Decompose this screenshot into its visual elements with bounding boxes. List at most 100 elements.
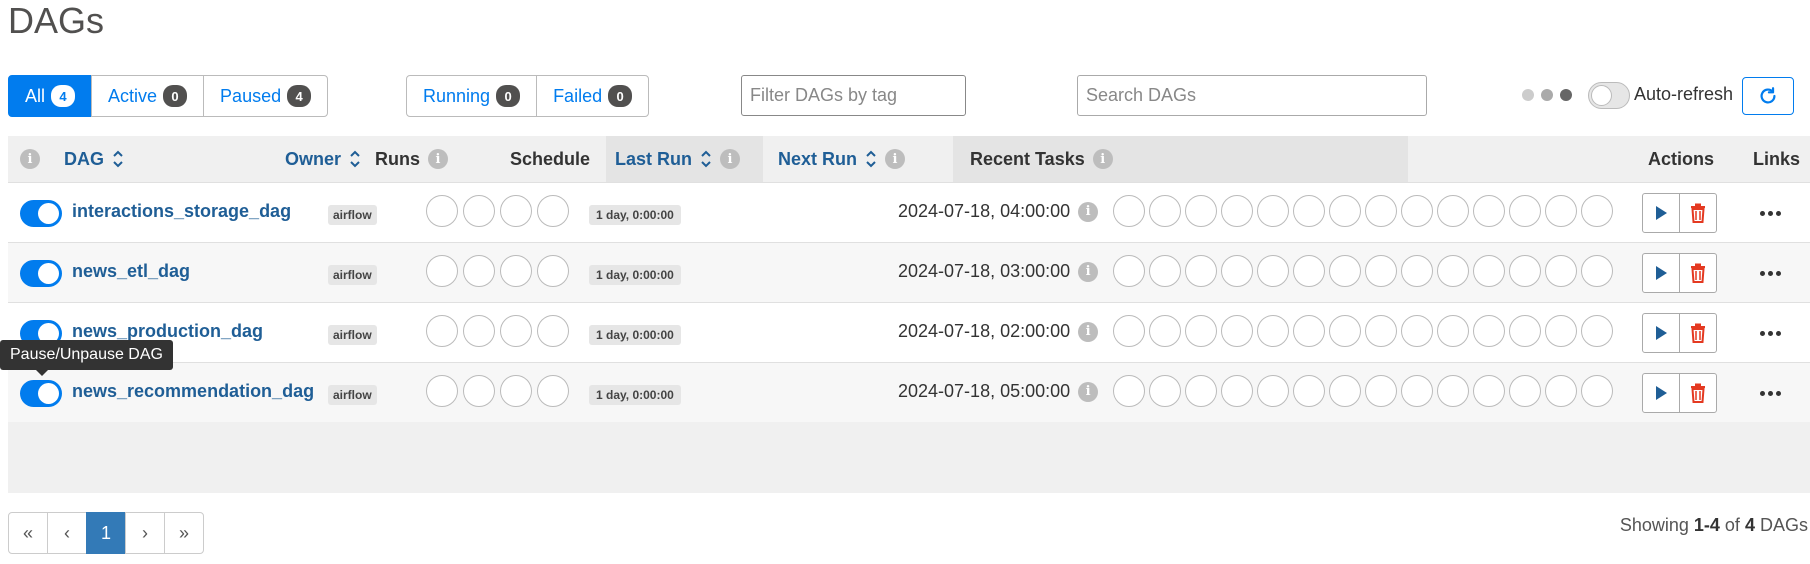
task-status-circle[interactable] [1185,315,1217,347]
task-status-circle[interactable] [1401,195,1433,227]
task-status-circle[interactable] [1293,375,1325,407]
filter-active-button[interactable]: Active 0 [91,75,205,117]
task-status-circle[interactable] [1113,195,1145,227]
header-last-run[interactable]: Last Run i [615,136,741,182]
search-input[interactable] [1077,75,1427,116]
task-status-circle[interactable] [1401,375,1433,407]
dag-link[interactable]: news_etl_dag [72,261,190,282]
task-status-circle[interactable] [1509,375,1541,407]
task-status-circle[interactable] [1473,195,1505,227]
task-status-circle[interactable] [1437,375,1469,407]
task-status-circle[interactable] [1473,315,1505,347]
task-status-circle[interactable] [1437,315,1469,347]
task-status-circle[interactable] [1221,255,1253,287]
task-status-circle[interactable] [1113,315,1145,347]
links-menu-icon[interactable] [1760,271,1781,276]
task-status-circle[interactable] [1293,315,1325,347]
trigger-dag-button[interactable] [1642,253,1680,293]
run-status-circle[interactable] [537,375,569,407]
task-status-circle[interactable] [1473,375,1505,407]
info-icon[interactable]: i [1078,381,1099,402]
task-status-circle[interactable] [1149,315,1181,347]
task-status-circle[interactable] [1149,195,1181,227]
page-1-button[interactable]: 1 [86,512,126,554]
next-page-button[interactable]: › [125,512,165,554]
info-icon[interactable]: i [1078,201,1099,222]
task-status-circle[interactable] [1329,255,1361,287]
header-next-run[interactable]: Next Run i [778,136,906,182]
task-status-circle[interactable] [1293,255,1325,287]
task-status-circle[interactable] [1329,195,1361,227]
dag-link[interactable]: news_production_dag [72,321,263,342]
task-status-circle[interactable] [1545,375,1577,407]
run-status-circle[interactable] [463,195,495,227]
task-status-circle[interactable] [1401,255,1433,287]
filter-running-button[interactable]: Running 0 [406,75,538,117]
task-status-circle[interactable] [1509,315,1541,347]
filter-paused-button[interactable]: Paused 4 [203,75,329,117]
trigger-dag-button[interactable] [1642,313,1680,353]
first-page-button[interactable]: « [8,512,48,554]
task-status-circle[interactable] [1545,195,1577,227]
run-status-circle[interactable] [463,315,495,347]
last-page-button[interactable]: » [164,512,204,554]
run-status-circle[interactable] [537,255,569,287]
run-status-circle[interactable] [426,375,458,407]
task-status-circle[interactable] [1221,195,1253,227]
run-status-circle[interactable] [500,315,532,347]
task-status-circle[interactable] [1365,195,1397,227]
task-status-circle[interactable] [1437,255,1469,287]
dag-link[interactable]: news_recommendation_dag [72,381,314,402]
trigger-dag-button[interactable] [1642,373,1680,413]
tag-filter-input[interactable] [741,75,966,116]
run-status-circle[interactable] [500,375,532,407]
run-status-circle[interactable] [537,195,569,227]
task-status-circle[interactable] [1113,255,1145,287]
delete-dag-button[interactable] [1679,313,1717,353]
task-status-circle[interactable] [1185,255,1217,287]
task-status-circle[interactable] [1473,255,1505,287]
task-status-circle[interactable] [1257,195,1289,227]
links-menu-icon[interactable] [1760,391,1781,396]
run-status-circle[interactable] [426,315,458,347]
task-status-circle[interactable] [1401,315,1433,347]
task-status-circle[interactable] [1581,315,1613,347]
task-status-circle[interactable] [1581,375,1613,407]
filter-failed-button[interactable]: Failed 0 [536,75,650,117]
task-status-circle[interactable] [1545,255,1577,287]
task-status-circle[interactable] [1149,255,1181,287]
pause-toggle[interactable] [20,200,62,227]
task-status-circle[interactable] [1113,375,1145,407]
task-status-circle[interactable] [1257,255,1289,287]
task-status-circle[interactable] [1221,315,1253,347]
run-status-circle[interactable] [463,255,495,287]
run-status-circle[interactable] [426,255,458,287]
delete-dag-button[interactable] [1679,373,1717,413]
info-icon[interactable]: i [1078,261,1099,282]
links-menu-icon[interactable] [1760,331,1781,336]
task-status-circle[interactable] [1185,195,1217,227]
filter-all-button[interactable]: All 4 [8,75,93,117]
task-status-circle[interactable] [1257,315,1289,347]
task-status-circle[interactable] [1365,255,1397,287]
run-status-circle[interactable] [537,315,569,347]
task-status-circle[interactable] [1221,375,1253,407]
owner-badge[interactable]: airflow [328,205,377,225]
dag-link[interactable]: interactions_storage_dag [72,201,291,222]
task-status-circle[interactable] [1437,195,1469,227]
run-status-circle[interactable] [500,195,532,227]
task-status-circle[interactable] [1329,375,1361,407]
task-status-circle[interactable] [1185,375,1217,407]
header-dag[interactable]: DAG [64,136,124,182]
info-icon[interactable]: i [1078,321,1099,342]
task-status-circle[interactable] [1149,375,1181,407]
links-menu-icon[interactable] [1760,211,1781,216]
task-status-circle[interactable] [1581,255,1613,287]
pause-toggle[interactable] [20,380,62,407]
delete-dag-button[interactable] [1679,253,1717,293]
run-status-circle[interactable] [500,255,532,287]
prev-page-button[interactable]: ‹ [47,512,87,554]
task-status-circle[interactable] [1365,375,1397,407]
trigger-dag-button[interactable] [1642,193,1680,233]
task-status-circle[interactable] [1509,195,1541,227]
